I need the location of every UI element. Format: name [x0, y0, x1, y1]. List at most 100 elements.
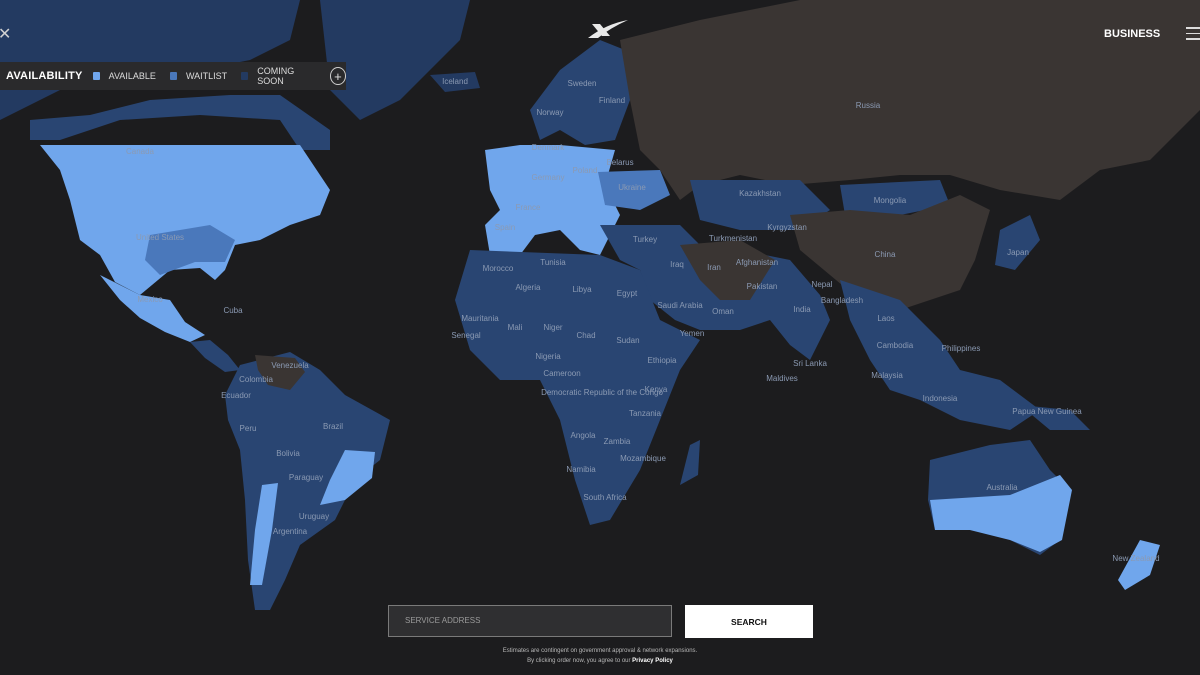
service-address-input[interactable]: SERVICE ADDRESS — [388, 605, 672, 637]
country-label-brazil: Brazil — [323, 422, 343, 431]
country-label-ecuador: Ecuador — [221, 391, 251, 400]
country-label-peru: Peru — [240, 424, 257, 433]
legend-waitlist: WAITLIST — [185, 71, 228, 81]
country-label-china: China — [875, 250, 896, 259]
region-scandinavia — [530, 40, 630, 145]
country-label-japan: Japan — [1007, 248, 1029, 257]
country-label-australia: Australia — [986, 483, 1018, 492]
country-label-nepal: Nepal — [812, 280, 833, 289]
waitlist-swatch — [169, 72, 177, 80]
country-label-mauritania: Mauritania — [461, 314, 499, 323]
country-label-cameroon: Cameroon — [543, 369, 580, 378]
legend-available: AVAILABLE — [108, 71, 156, 81]
legend-coming-soon: COMING SOON — [257, 66, 295, 86]
country-label-ethiopia: Ethiopia — [648, 356, 677, 365]
country-label-kyrgyzstan: Kyrgyzstan — [767, 223, 807, 232]
country-label-zambia: Zambia — [604, 437, 631, 446]
country-label-mongolia: Mongolia — [874, 196, 907, 205]
country-label-algeria: Algeria — [516, 283, 541, 292]
country-label-iceland: Iceland — [442, 77, 468, 86]
country-label-mexico: Mexico — [137, 295, 163, 304]
country-label-turkey: Turkey — [633, 235, 657, 244]
region-southeast-asia — [840, 280, 1040, 430]
menu-line — [1186, 32, 1200, 34]
country-label-germany: Germany — [532, 173, 565, 182]
country-label-papua-new-guinea: Papua New Guinea — [1012, 407, 1082, 416]
availability-legend: AVAILABILITY AVAILABLE WAITLIST COMING S… — [0, 62, 346, 90]
country-label-south-africa: South Africa — [583, 493, 627, 502]
country-label-laos: Laos — [877, 314, 894, 323]
country-label-bolivia: Bolivia — [276, 449, 300, 458]
region-madagascar — [680, 440, 700, 485]
country-label-nigeria: Nigeria — [535, 352, 561, 361]
country-label-pakistan: Pakistan — [747, 282, 778, 291]
country-label-iran: Iran — [707, 263, 721, 272]
country-label-colombia: Colombia — [239, 375, 273, 384]
country-label-kenya: Kenya — [645, 385, 668, 394]
country-label-yemen: Yemen — [680, 329, 705, 338]
country-label-belarus: Belarus — [606, 158, 633, 167]
country-label-saudi-arabia: Saudi Arabia — [657, 301, 703, 310]
region-japan — [995, 215, 1040, 270]
country-label-maldives: Maldives — [766, 374, 798, 383]
country-label-turkmenistan: Turkmenistan — [709, 234, 757, 243]
country-label-russia: Russia — [856, 101, 881, 110]
world-map[interactable]: Iceland SwedenFinland Norway Canada Denmark B… — [0, 0, 1200, 675]
agreement-text: By clicking order now, you agree to our … — [400, 658, 800, 664]
country-label-namibia: Namibia — [566, 465, 596, 474]
country-label-tunisia: Tunisia — [540, 258, 566, 267]
country-label-venezuela: Venezuela — [271, 361, 309, 370]
search-button[interactable]: SEARCH — [685, 605, 813, 638]
legend-title: AVAILABILITY — [6, 70, 83, 82]
country-label-mali: Mali — [508, 323, 523, 332]
region-europe-available — [485, 145, 620, 255]
expand-legend-plus-icon[interactable]: + — [329, 67, 346, 85]
spacex-logo — [588, 20, 628, 38]
country-label-niger: Niger — [543, 323, 562, 332]
close-icon[interactable]: ✕ — [0, 24, 11, 44]
country-label-egypt: Egypt — [617, 289, 638, 298]
country-label-spain: Spain — [495, 223, 515, 232]
country-label-india: India — [793, 305, 811, 314]
country-label-cuba: Cuba — [223, 306, 243, 315]
country-label-finland: Finland — [599, 96, 625, 105]
country-label-ukraine: Ukraine — [618, 183, 646, 192]
country-label-bangladesh: Bangladesh — [821, 296, 863, 305]
disclaimer-text: Estimates are contingent on government a… — [502, 648, 698, 654]
country-label-libya: Libya — [572, 285, 592, 294]
country-label-denmark: Denmark — [532, 143, 565, 152]
region-central-america — [190, 340, 240, 372]
country-label-afghanistan: Afghanistan — [736, 258, 778, 267]
available-swatch — [92, 72, 100, 80]
region-usa — [40, 145, 330, 295]
country-label-sri-lanka: Sri Lanka — [793, 359, 827, 368]
region-canada — [30, 95, 330, 150]
country-label-uruguay: Uruguay — [299, 512, 329, 521]
country-label-paraguay: Paraguay — [289, 473, 323, 482]
country-label-tanzania: Tanzania — [629, 409, 662, 418]
region-greenland — [320, 0, 470, 120]
country-label-sweden: Sweden — [568, 79, 597, 88]
country-label-norway: Norway — [536, 108, 563, 117]
country-label-argentina: Argentina — [273, 527, 308, 536]
country-label-mozambique: Mozambique — [620, 454, 666, 463]
country-label-malaysia: Malaysia — [871, 371, 903, 380]
country-label-poland: Poland — [573, 166, 598, 175]
country-label-oman: Oman — [712, 307, 734, 316]
region-new-zealand — [1118, 540, 1160, 590]
menu-line — [1186, 38, 1200, 40]
country-label-united-states: United States — [136, 233, 184, 242]
business-link[interactable]: BUSINESS — [1104, 28, 1160, 40]
country-label-kazakhstan: Kazakhstan — [739, 189, 781, 198]
menu-line — [1186, 27, 1200, 29]
country-label-senegal: Senegal — [451, 331, 481, 340]
privacy-policy-link[interactable]: Privacy Policy — [632, 658, 673, 664]
hamburger-menu-icon[interactable] — [1186, 27, 1200, 44]
country-label-angola: Angola — [571, 431, 596, 440]
region-mexico — [100, 275, 205, 342]
country-label-canada: Canada — [126, 147, 155, 156]
country-label-chad: Chad — [576, 331, 595, 340]
country-label-cambodia: Cambodia — [877, 341, 914, 350]
country-label-philippines: Philippines — [942, 344, 981, 353]
country-label-morocco: Morocco — [483, 264, 514, 273]
